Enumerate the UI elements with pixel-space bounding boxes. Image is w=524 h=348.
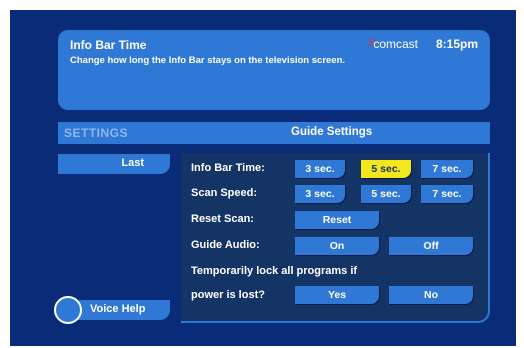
- info-bar-time-3sec-button[interactable]: 3 sec.: [295, 160, 345, 178]
- brand-logo: comcast: [369, 37, 418, 51]
- scan-speed-label: Scan Speed:: [191, 187, 258, 199]
- brand-name: comcast: [373, 37, 418, 51]
- info-bar-time-label: Info Bar Time:: [191, 162, 265, 174]
- info-bar-time-7sec-button[interactable]: 7 sec.: [421, 160, 473, 178]
- reset-scan-label: Reset Scan:: [191, 213, 254, 225]
- lock-programs-label-line2: power is lost?: [191, 289, 265, 301]
- voice-help-button[interactable]: Voice Help: [54, 296, 172, 324]
- guide-audio-off-button[interactable]: Off: [389, 237, 473, 255]
- settings-bar: SETTINGS Guide Settings: [58, 122, 490, 144]
- scan-speed-3sec-button[interactable]: 3 sec.: [295, 185, 345, 203]
- guide-settings-panel: Info Bar Time: 3 sec. 5 sec. 7 sec. Scan…: [181, 153, 490, 323]
- clock: 8:15pm: [435, 37, 478, 51]
- info-bar-time-5sec-button[interactable]: 5 sec.: [361, 160, 411, 178]
- header-description: Change how long the Info Bar stays on th…: [70, 55, 346, 66]
- voice-help-label: Voice Help: [68, 300, 170, 320]
- settings-section-label: SETTINGS: [64, 126, 129, 140]
- last-button[interactable]: Last: [58, 154, 170, 174]
- guide-audio-on-button[interactable]: On: [295, 237, 379, 255]
- lock-programs-no-button[interactable]: No: [389, 286, 473, 304]
- header-title: Info Bar Time: [70, 38, 147, 52]
- reset-button[interactable]: Reset: [295, 211, 379, 229]
- page-title: Guide Settings: [291, 126, 373, 138]
- voice-help-circle-icon: [54, 296, 82, 324]
- scan-speed-7sec-button[interactable]: 7 sec.: [421, 185, 473, 203]
- guide-audio-label: Guide Audio:: [191, 239, 260, 251]
- lock-programs-yes-button[interactable]: Yes: [295, 286, 379, 304]
- lock-programs-label-line1: Temporarily lock all programs if: [191, 265, 358, 277]
- info-header: Info Bar Time Change how long the Info B…: [58, 30, 490, 110]
- scan-speed-5sec-button[interactable]: 5 sec.: [361, 185, 411, 203]
